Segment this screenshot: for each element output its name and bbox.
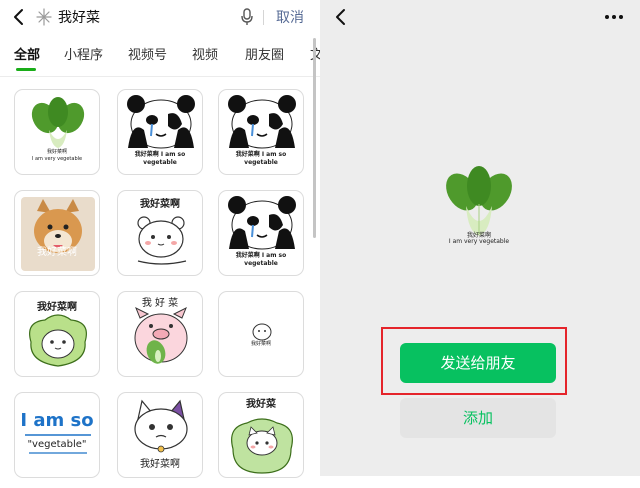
scrollbar[interactable] [313, 38, 316, 238]
sticker-panda-crying-3[interactable]: 我好菜啊 I am so vegetable [218, 190, 304, 276]
preview-header [320, 0, 640, 34]
preview-caption: I am very vegetable [448, 238, 510, 245]
search-results-panel: 我好菜 取消 全部 小程序 视频号 视频 朋友圈 文 [0, 0, 320, 488]
tab-mini-programs[interactable]: 小程序 [64, 44, 103, 63]
sticker-caption: 我 好 菜 [141, 298, 179, 309]
underline-decoration [25, 434, 91, 454]
sticker-caption: vegetable [244, 159, 278, 166]
add-sticker-button[interactable]: 添加 [400, 398, 556, 438]
sticker-sad-cat[interactable]: 我好菜啊 [117, 392, 203, 478]
sticker-panda-crying-1[interactable]: 我好菜啊 I am so vegetable [117, 89, 203, 175]
divider [263, 10, 264, 25]
back-arrow-icon[interactable] [330, 6, 352, 28]
active-tab-indicator [16, 68, 36, 71]
cancel-button[interactable]: 取消 [276, 7, 304, 27]
shiba-dog-icon [21, 197, 95, 271]
sticker-preview-panel: 我好菜啊 I am very vegetable 发送给朋友 添加 [320, 0, 640, 488]
back-arrow-icon[interactable] [8, 6, 30, 28]
sparkle-icon [36, 8, 52, 26]
sticker-caption: 我好菜啊 [250, 341, 271, 347]
sticker-caption: 我好菜啊 [37, 247, 77, 258]
sticker-bok-choy[interactable]: 我好菜啊 I am very vegetable [14, 89, 100, 175]
sticker-caption: 我好菜 [246, 399, 276, 410]
blob-icon [252, 323, 272, 341]
tab-moments[interactable]: 朋友圈 [245, 44, 284, 63]
send-to-friend-button[interactable]: 发送给朋友 [400, 343, 556, 383]
sticker-caption: 我好菜啊 I am so [134, 151, 186, 158]
sticker-caption: 我好菜啊 [46, 149, 67, 155]
tabs-divider [0, 76, 320, 77]
search-bar: 我好菜 取消 [0, 0, 320, 36]
sticker-caption: 我好菜啊 [37, 302, 77, 313]
tab-channels[interactable]: 视频号 [128, 44, 167, 63]
tab-all[interactable]: 全部 [14, 44, 40, 63]
sticker-caption: I am very vegetable [31, 156, 83, 162]
sticker-pig-holding-cabbage[interactable]: 我 好 菜 [117, 291, 203, 377]
sticker-caption: 我好菜啊 I am so [235, 252, 287, 259]
sticker-small-blob[interactable]: 我好菜啊 [218, 291, 304, 377]
sticker-panda-crying-2[interactable]: 我好菜啊 I am so vegetable [218, 89, 304, 175]
microphone-icon[interactable] [241, 8, 253, 26]
sticker-shiba-dog[interactable]: 我好菜啊 [14, 190, 100, 276]
sticker-cabbage-blob[interactable]: 我好菜啊 [14, 291, 100, 377]
sticker-caption: vegetable [244, 260, 278, 267]
more-options-icon[interactable] [604, 14, 624, 20]
sticker-bear-lying[interactable]: 我好菜啊 [117, 190, 203, 276]
sticker-i-am-so-vegetable[interactable]: I am so "vegetable" [14, 392, 100, 478]
sticker-cat-in-cabbage[interactable]: 我好菜 [218, 392, 304, 478]
search-input[interactable]: 我好菜 [58, 7, 100, 27]
sticker-caption: 我好菜啊 I am so [235, 151, 287, 158]
sticker-caption: "vegetable" [27, 439, 87, 450]
sticker-caption: vegetable [143, 159, 177, 166]
tab-videos[interactable]: 视频 [192, 44, 218, 63]
bottom-strip [320, 476, 640, 488]
filter-tabs: 全部 小程序 视频号 视频 朋友圈 文 [0, 44, 320, 71]
sticker-caption: I am so [20, 410, 94, 431]
sticker-caption: 我好菜啊 [140, 459, 180, 470]
sticker-caption: 我好菜啊 [140, 199, 180, 210]
screen: 我好菜 取消 全部 小程序 视频号 视频 朋友圈 文 [0, 0, 640, 488]
